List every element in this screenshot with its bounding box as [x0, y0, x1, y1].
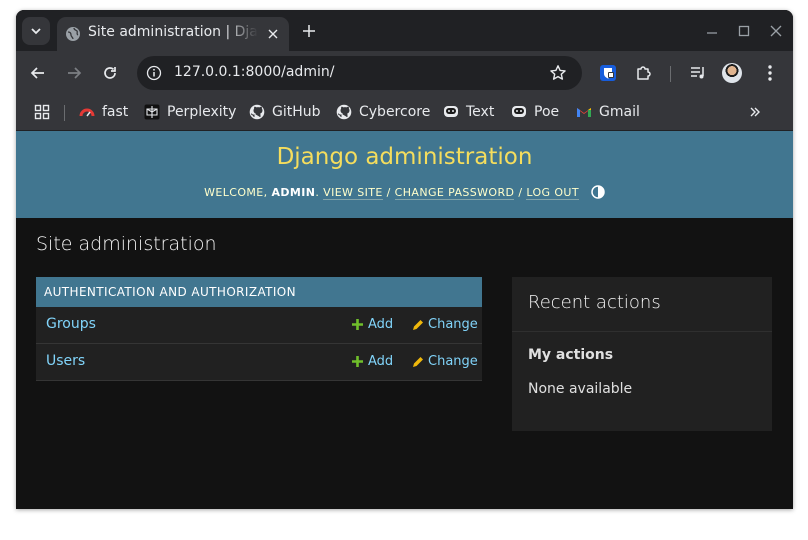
add-users-button[interactable]: Add: [352, 354, 393, 369]
change-groups-button[interactable]: Change: [412, 317, 478, 332]
welcome-text: WELCOME,: [204, 186, 268, 199]
bookmark-poe[interactable]: Poe: [511, 101, 559, 123]
plus-icon: [352, 356, 363, 367]
github-icon: [249, 104, 265, 120]
user-tools: WELCOME, ADMIN. VIEW SITE / CHANGE PASSW…: [16, 185, 793, 200]
tab-search-button[interactable]: [22, 17, 50, 45]
add-groups-button[interactable]: Add: [352, 317, 393, 332]
new-tab-icon[interactable]: [299, 21, 319, 41]
model-link-groups[interactable]: Groups: [46, 316, 96, 332]
poe-icon: [443, 104, 459, 120]
page-title: Site administration: [36, 233, 217, 255]
model-link-users[interactable]: Users: [46, 353, 85, 369]
bookmark-perplexity[interactable]: Perplexity: [144, 101, 236, 123]
minimize-icon[interactable]: [702, 21, 722, 41]
extensions-puzzle-icon[interactable]: [632, 61, 656, 85]
address-bar[interactable]: 127.0.0.1:8000/admin/: [137, 56, 582, 90]
app-caption[interactable]: AUTHENTICATION AND AUTHORIZATION: [36, 277, 482, 307]
change-password-link[interactable]: CHANGE PASSWORD: [394, 186, 515, 200]
bookmark-gmail[interactable]: Gmail: [576, 101, 640, 123]
username: ADMIN: [271, 186, 316, 199]
bitwarden-extension-icon[interactable]: [596, 61, 620, 85]
media-queue-icon[interactable]: [686, 61, 710, 85]
kebab-menu-icon[interactable]: [758, 61, 782, 85]
empty-actions-text: None available: [528, 381, 633, 397]
more-bookmarks-icon[interactable]: [749, 101, 761, 123]
gmail-icon: [576, 104, 592, 120]
browser-window: Site administration | Django site admin: [16, 10, 793, 509]
poe-icon: [511, 104, 527, 120]
recent-actions-title: Recent actions: [528, 292, 661, 313]
admin-header: Django administration WELCOME, ADMIN. VI…: [16, 131, 793, 218]
recent-actions-panel: Recent actions My actions None available: [512, 277, 772, 431]
my-actions-heading: My actions: [528, 347, 614, 363]
bookmark-cybercore[interactable]: Cybercore: [336, 101, 430, 123]
close-tab-icon[interactable]: [264, 25, 282, 43]
back-button[interactable]: [26, 61, 50, 85]
tab-strip: Site administration | Django site admin: [16, 10, 793, 51]
bookmark-star-icon[interactable]: [549, 64, 567, 82]
log-out-link[interactable]: LOG OUT: [526, 186, 579, 200]
bookmark-github[interactable]: GitHub: [249, 101, 321, 123]
toolbar-divider: [670, 66, 671, 82]
theme-toggle-icon[interactable]: [591, 185, 605, 199]
browser-toolbar: 127.0.0.1:8000/admin/: [16, 51, 793, 95]
plus-icon: [352, 319, 363, 330]
apps-grid-icon[interactable]: [34, 101, 50, 123]
bookmark-fast[interactable]: fast: [79, 101, 128, 123]
model-row-groups: Groups Add Change: [36, 307, 482, 344]
bookmark-text[interactable]: Text: [443, 101, 494, 123]
bookmarks-divider: [64, 105, 65, 121]
profile-avatar[interactable]: [722, 63, 742, 83]
gauge-icon: [79, 104, 95, 120]
site-branding[interactable]: Django administration: [16, 144, 793, 170]
arrow-left-icon: [30, 67, 44, 79]
site-info-icon[interactable]: [146, 65, 162, 81]
pencil-icon: [413, 319, 423, 330]
pencil-icon: [413, 356, 423, 367]
reload-button[interactable]: [98, 61, 122, 85]
view-site-link[interactable]: VIEW SITE: [323, 186, 383, 200]
bookmarks-bar: fast Perplexity GitHub Cybercore Text Po…: [16, 95, 793, 131]
arrow-right-icon: [68, 67, 82, 79]
globe-icon: [66, 27, 80, 41]
change-users-button[interactable]: Change: [412, 354, 478, 369]
tab-title: Site administration | Django site admin: [88, 24, 258, 40]
model-row-users: Users Add Change: [36, 344, 482, 381]
url-text[interactable]: 127.0.0.1:8000/admin/: [174, 64, 334, 80]
maximize-icon[interactable]: [734, 21, 754, 41]
perplexity-icon: [144, 104, 160, 120]
chevron-down-icon: [31, 28, 41, 35]
close-window-icon[interactable]: [766, 21, 786, 41]
app-module-auth: AUTHENTICATION AND AUTHORIZATION Groups …: [36, 277, 482, 381]
active-tab[interactable]: Site administration | Django site admin: [57, 17, 289, 51]
reload-icon: [104, 67, 116, 79]
divider: [512, 331, 772, 332]
github-icon: [336, 104, 352, 120]
forward-button[interactable]: [62, 61, 86, 85]
